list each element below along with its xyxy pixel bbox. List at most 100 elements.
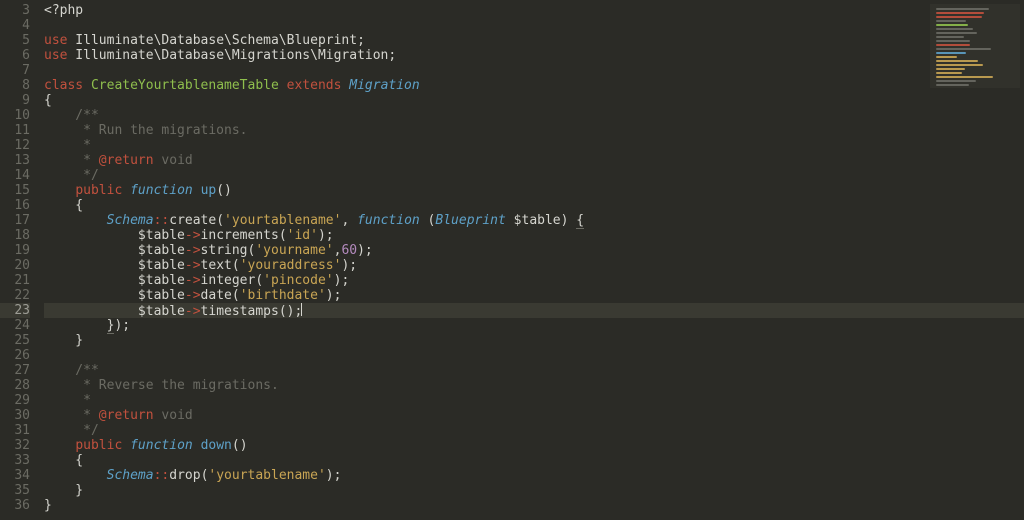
token-str: 'birthdate' <box>240 288 326 303</box>
line-number: 30 <box>0 408 30 423</box>
token-plain: $table <box>44 304 185 319</box>
line-number: 18 <box>0 228 30 243</box>
token-key: use <box>44 48 67 63</box>
minimap-line <box>936 36 964 38</box>
code-line[interactable]: { <box>44 93 1024 108</box>
code-line[interactable]: <?php <box>44 3 1024 18</box>
code-line[interactable]: * Run the migrations. <box>44 123 1024 138</box>
code-line[interactable]: $table->text('youraddress'); <box>44 258 1024 273</box>
token-plain: $table <box>44 273 185 288</box>
code-line[interactable]: use Illuminate\Database\Schema\Blueprint… <box>44 33 1024 48</box>
token-comment: */ <box>44 423 99 438</box>
token-method: text <box>201 258 232 273</box>
code-line[interactable]: { <box>44 453 1024 468</box>
token-plain: $table <box>506 213 561 228</box>
line-number: 16 <box>0 198 30 213</box>
token-plain: $table <box>44 228 185 243</box>
token-str: 'youraddress' <box>240 258 342 273</box>
token-punc: } <box>44 498 52 513</box>
line-number: 11 <box>0 123 30 138</box>
minimap-line <box>936 60 978 62</box>
token-punc: ); <box>114 318 130 333</box>
code-area[interactable]: <?php use Illuminate\Database\Schema\Blue… <box>38 0 1024 520</box>
line-number: 25 <box>0 333 30 348</box>
code-line[interactable]: $table->integer('pincode'); <box>44 273 1024 288</box>
token-punc: ); <box>334 273 350 288</box>
code-line[interactable]: /** <box>44 363 1024 378</box>
line-number: 33 <box>0 453 30 468</box>
token-kwblue: function <box>130 183 193 198</box>
line-number: 19 <box>0 243 30 258</box>
token-plain <box>122 183 130 198</box>
token-comment: */ <box>44 168 99 183</box>
minimap-line <box>936 84 969 86</box>
line-number: 17 <box>0 213 30 228</box>
token-op: :: <box>154 213 170 228</box>
line-number: 31 <box>0 423 30 438</box>
token-str: 'yourtablename' <box>208 468 325 483</box>
code-line[interactable]: } <box>44 483 1024 498</box>
token-comment: /** <box>44 363 99 378</box>
code-line[interactable]: use Illuminate\Database\Migrations\Migra… <box>44 48 1024 63</box>
token-punc: ); <box>326 288 342 303</box>
token-punc: ); <box>357 243 373 258</box>
line-number: 29 <box>0 393 30 408</box>
code-line[interactable]: $table->string('yourname',60); <box>44 243 1024 258</box>
code-line[interactable] <box>44 18 1024 33</box>
code-line[interactable]: public function up() <box>44 183 1024 198</box>
code-line[interactable]: { <box>44 198 1024 213</box>
line-number: 32 <box>0 438 30 453</box>
token-punc: ( <box>255 273 263 288</box>
code-line[interactable]: class CreateYourtablenameTable extends M… <box>44 78 1024 93</box>
code-line[interactable]: $table->timestamps(); <box>44 303 1024 318</box>
code-line[interactable] <box>44 348 1024 363</box>
code-line[interactable]: public function down() <box>44 438 1024 453</box>
code-line[interactable]: */ <box>44 168 1024 183</box>
token-plain <box>44 468 107 483</box>
token-plain <box>122 438 130 453</box>
code-line[interactable]: } <box>44 333 1024 348</box>
line-number: 15 <box>0 183 30 198</box>
token-plain: Illuminate\Database\Schema\Blueprint; <box>67 33 364 48</box>
token-punc: ); <box>318 228 334 243</box>
token-op: :: <box>154 468 170 483</box>
token-func: down <box>201 438 232 453</box>
line-number: 23 <box>0 303 30 318</box>
code-line[interactable] <box>44 63 1024 78</box>
line-number-gutter: 3456789101112131415161718192021222324252… <box>0 0 38 520</box>
token-punc: } <box>44 333 83 348</box>
line-number: 10 <box>0 108 30 123</box>
token-method: create <box>169 213 216 228</box>
token-punc: ); <box>341 258 357 273</box>
code-line[interactable]: Schema::drop('yourtablename'); <box>44 468 1024 483</box>
token-punc: (); <box>279 304 302 319</box>
code-line[interactable]: * @return void <box>44 153 1024 168</box>
minimap[interactable] <box>930 4 1020 88</box>
code-line[interactable]: * <box>44 393 1024 408</box>
minimap-line <box>936 12 984 14</box>
token-plain <box>44 213 107 228</box>
code-line[interactable]: /** <box>44 108 1024 123</box>
token-op: -> <box>185 258 201 273</box>
code-line[interactable]: */ <box>44 423 1024 438</box>
token-op: -> <box>185 228 201 243</box>
line-number: 21 <box>0 273 30 288</box>
token-plain <box>44 183 75 198</box>
code-line[interactable]: $table->increments('id'); <box>44 228 1024 243</box>
code-line[interactable]: }); <box>44 318 1024 333</box>
code-line[interactable]: $table->date('birthdate'); <box>44 288 1024 303</box>
code-line[interactable]: * <box>44 138 1024 153</box>
token-class: CreateYourtablenameTable <box>91 78 279 93</box>
code-line[interactable]: * Reverse the migrations. <box>44 378 1024 393</box>
code-line[interactable]: } <box>44 498 1024 513</box>
minimap-line <box>936 16 982 18</box>
token-plain: $table <box>44 288 185 303</box>
code-line[interactable]: Schema::create('yourtablename', function… <box>44 213 1024 228</box>
token-kwblue: Blueprint <box>435 213 505 228</box>
code-editor[interactable]: 3456789101112131415161718192021222324252… <box>0 0 1024 520</box>
token-punc: { <box>44 453 83 468</box>
minimap-line <box>936 80 976 82</box>
code-line[interactable]: * @return void <box>44 408 1024 423</box>
line-number: 12 <box>0 138 30 153</box>
token-op: -> <box>185 243 201 258</box>
